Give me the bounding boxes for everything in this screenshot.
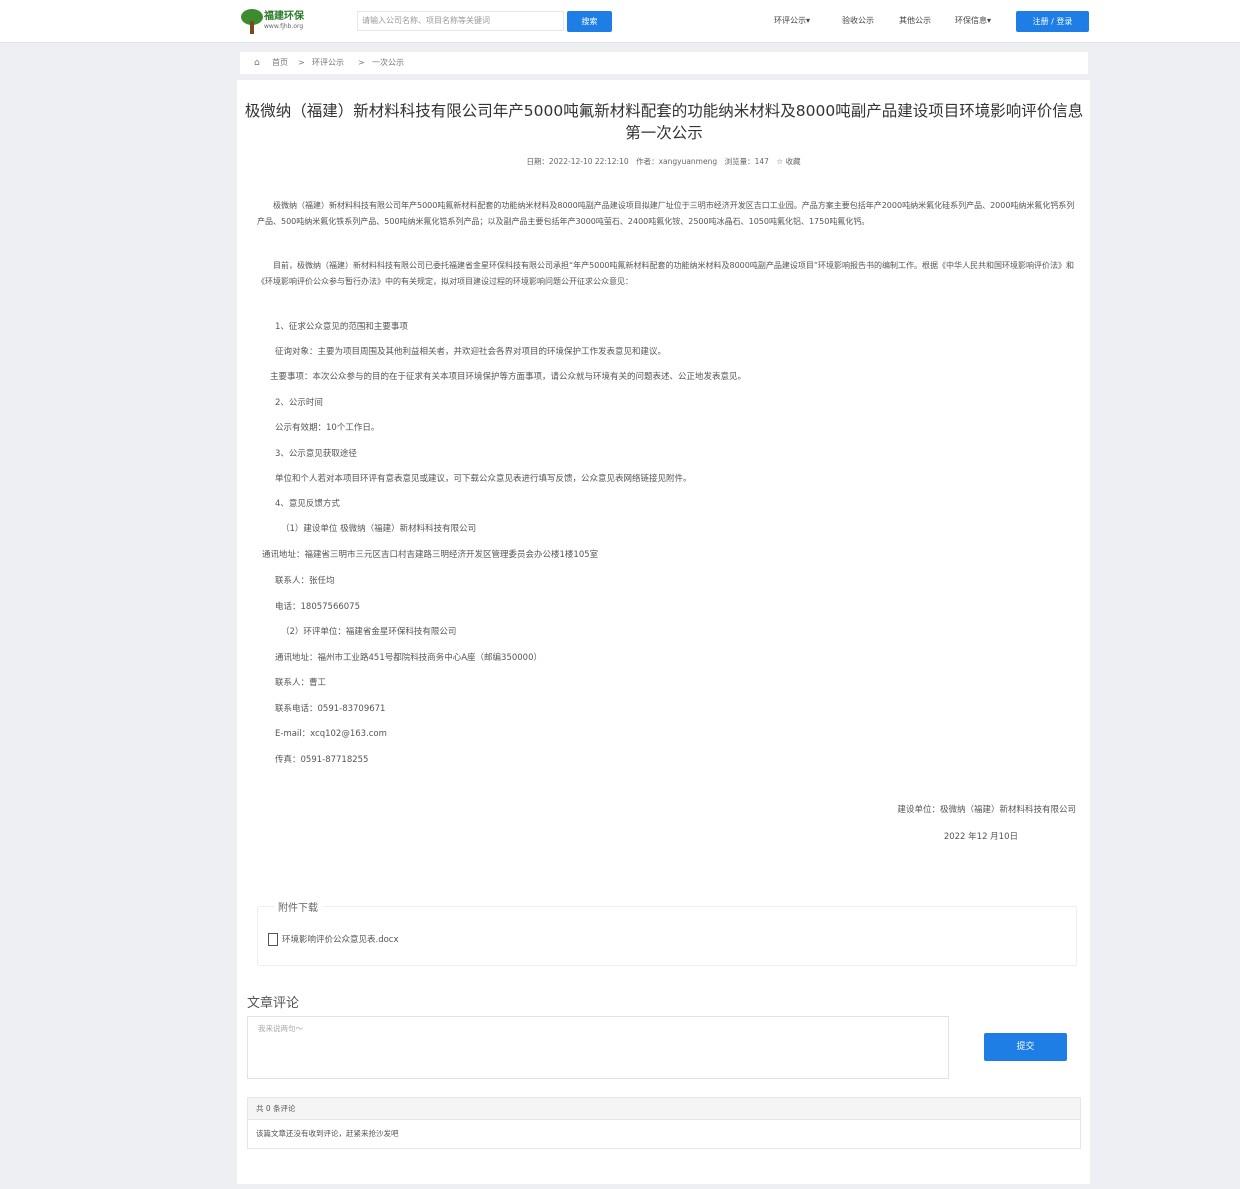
section-heading: 3、公示意见获取途径 xyxy=(275,449,357,459)
article-line: 公示有效期：10个工作日。 xyxy=(275,423,380,433)
article-line: 传真：0591-87718255 xyxy=(275,755,369,765)
comments-count: 共 0 条评论 xyxy=(248,1098,1080,1120)
attachment-file[interactable]: 环境影响评价公众意见表.docx xyxy=(268,933,399,946)
nav-item-acceptance[interactable]: 验收公示 xyxy=(842,15,874,26)
article-line: 通讯地址：福建省三明市三元区吉口村吉建路三明经济开发区管理委员会办公楼1楼105… xyxy=(262,550,599,560)
article-line: 电话：18057566075 xyxy=(275,602,360,612)
article-line: 征询对象：主要为项目周围及其他利益相关者，并欢迎社会各界对项目的环境保护工作发表… xyxy=(275,347,667,357)
logo-text: 福建环保 xyxy=(264,11,304,22)
signature-date: 2022 年12 月10日 xyxy=(943,832,1018,842)
nav-item-eia[interactable]: 环评公示▾ xyxy=(774,15,810,26)
attachments-title: 附件下载 xyxy=(274,899,322,914)
submit-comment-button[interactable]: 提交 xyxy=(984,1033,1067,1061)
site-logo[interactable]: 福建环保 www.fjhb.org xyxy=(240,5,340,37)
tree-icon xyxy=(241,9,263,34)
breadcrumb-current: 一次公示 xyxy=(372,58,404,67)
search-input[interactable]: 请输入公司名称、项目名称等关键词 xyxy=(357,11,564,31)
article-line: （2）环评单位：福建省金星环保科技有限公司 xyxy=(281,627,457,637)
signature-unit: 建设单位：极微纳（福建）新材料科技有限公司 xyxy=(897,805,1076,815)
article-line: 主要事项：本次公众参与的目的在于征求有关本项目环境保护等方面事项，请公众就与环境… xyxy=(270,372,747,382)
article-line: 联系电话：0591-83709671 xyxy=(275,704,386,714)
nav-item-other[interactable]: 其他公示 xyxy=(899,15,931,26)
file-icon xyxy=(268,933,278,946)
comment-textarea[interactable]: 我来说两句～ xyxy=(247,1016,949,1079)
attachment-file-name[interactable]: 环境影响评价公众意见表.docx xyxy=(282,935,399,945)
article-line: 联系人：曹工 xyxy=(275,678,327,688)
logo-url: www.fjhb.org xyxy=(264,23,304,30)
article-line: E-mail：xcq102@163.com xyxy=(275,729,387,739)
article-line: 单位和个人若对本项目环评有意表意见或建议，可下载公众意见表进行填写反馈，公众意见… xyxy=(275,474,692,484)
breadcrumb-eia[interactable]: 环评公示 xyxy=(312,52,344,74)
breadcrumb: ⌂ 首页 > 环评公示 > 一次公示 xyxy=(240,52,1088,74)
top-bar: 福建环保 www.fjhb.org 请输入公司名称、项目名称等关键词 搜索 环评… xyxy=(0,0,1240,43)
article-paragraph: 极微纳（福建）新材料科技有限公司年产5000吨氟新材料配套的功能纳米材料及800… xyxy=(257,201,1075,226)
section-heading: 1、征求公众意见的范围和主要事项 xyxy=(275,322,408,332)
section-heading: 4、意见反馈方式 xyxy=(275,499,340,509)
article-card: 极微纳（福建）新材料科技有限公司年产5000吨氟新材料配套的功能纳米材料及800… xyxy=(237,80,1090,1184)
article-paragraph: 目前，极微纳（福建）新材料科技有限公司已委托福建省金星环保科技有限公司承担“年产… xyxy=(257,261,1074,286)
comments-heading: 文章评论 xyxy=(247,996,300,1011)
section-heading: 2、公示时间 xyxy=(275,398,323,408)
breadcrumb-separator: > xyxy=(358,58,365,67)
article-title: 极微纳（福建）新材料科技有限公司年产5000吨氟新材料配套的功能纳米材料及800… xyxy=(244,102,1084,142)
breadcrumb-separator: > xyxy=(298,58,305,67)
comments-empty-text: 该篇文章还没有收到评论，赶紧来抢沙发吧 xyxy=(256,1129,399,1138)
comments-list: 共 0 条评论 该篇文章还没有收到评论，赶紧来抢沙发吧 xyxy=(247,1097,1081,1149)
home-icon: ⌂ xyxy=(254,58,260,68)
search-button[interactable]: 搜索 xyxy=(567,11,612,32)
breadcrumb-home[interactable]: 首页 xyxy=(272,52,288,74)
article-line: 通讯地址：福州市工业路451号都院科技商务中心A座（邮编350000） xyxy=(275,653,542,663)
nav-item-info[interactable]: 环保信息▾ xyxy=(955,15,991,26)
article-line: 联系人：张任均 xyxy=(275,576,335,586)
article-line: （1）建设单位 极微纳（福建）新材料科技有限公司 xyxy=(281,524,477,534)
article-meta: 日期：2022-12-10 22:12:10 作者：xangyuanmeng 浏… xyxy=(526,157,801,166)
attachments-panel: 附件下载 环境影响评价公众意见表.docx xyxy=(257,899,1077,966)
login-button[interactable]: 注册 / 登录 xyxy=(1016,11,1089,32)
